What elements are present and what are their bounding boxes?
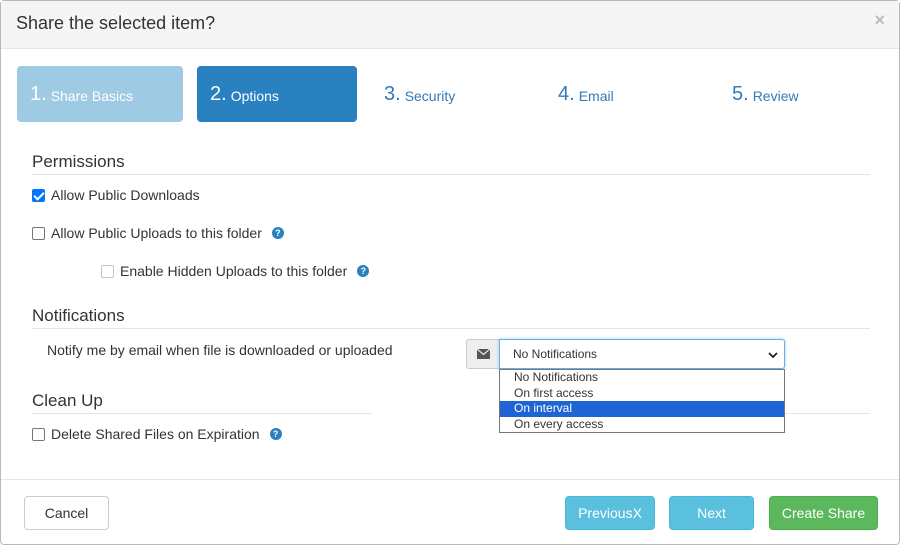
footer-divider (1, 479, 899, 480)
dropdown-option[interactable]: On interval (500, 401, 784, 417)
step-label: Email (578, 88, 614, 104)
delete-on-expiration-label[interactable]: Delete Shared Files on Expiration (51, 426, 260, 442)
help-icon[interactable]: ? (271, 227, 284, 239)
section-divider (32, 413, 372, 414)
step-review[interactable]: 5. Review (719, 66, 879, 122)
next-button[interactable]: Next (669, 496, 754, 530)
step-share-basics[interactable]: 1. Share Basics (17, 66, 183, 122)
create-share-button[interactable]: Create Share (769, 496, 878, 530)
notification-select-value: No Notifications (513, 347, 598, 361)
step-number: 5. (732, 82, 749, 105)
step-security[interactable]: 3. Security (371, 66, 531, 122)
cleanup-heading: Clean Up (32, 391, 103, 410)
step-number: 3. (384, 82, 401, 105)
allow-downloads-row: Allow Public Downloads (32, 185, 200, 205)
section-divider (32, 174, 870, 175)
notification-dropdown-list: No Notifications On first access On inte… (499, 369, 785, 433)
chevron-down-icon (768, 349, 778, 363)
close-icon[interactable]: × (874, 10, 885, 30)
permissions-heading: Permissions (32, 152, 125, 171)
dropdown-option[interactable]: On first access (500, 386, 784, 402)
allow-uploads-row: Allow Public Uploads to this folder ? (32, 223, 284, 243)
help-icon[interactable]: ? (357, 265, 370, 277)
delete-on-expiration-checkbox[interactable] (32, 427, 45, 441)
help-icon[interactable]: ? (269, 428, 282, 440)
section-divider (785, 413, 870, 414)
step-options[interactable]: 2. Options (197, 66, 357, 122)
dialog-title: Share the selected item? (16, 13, 216, 33)
step-number: 2. (210, 82, 227, 105)
envelope-icon (466, 339, 500, 369)
allow-downloads-label[interactable]: Allow Public Downloads (51, 187, 200, 203)
step-label: Share Basics (50, 88, 134, 104)
section-divider (32, 328, 870, 329)
step-email[interactable]: 4. Email (545, 66, 705, 122)
dropdown-option[interactable]: No Notifications (500, 370, 784, 386)
step-number: 1. (30, 82, 47, 105)
hidden-uploads-row: Enable Hidden Uploads to this folder ? (101, 261, 370, 281)
notification-select[interactable]: No Notifications (499, 339, 785, 369)
share-dialog: Share the selected item? × 1. Share Basi… (0, 0, 900, 545)
previous-button[interactable]: PreviousX (565, 496, 655, 530)
allow-downloads-checkbox[interactable] (32, 188, 45, 202)
step-number: 4. (558, 82, 575, 105)
step-label: Options (230, 88, 279, 104)
dropdown-option[interactable]: On every access (500, 417, 784, 433)
allow-uploads-checkbox[interactable] (32, 226, 45, 240)
hidden-uploads-label: Enable Hidden Uploads to this folder (120, 263, 348, 279)
allow-uploads-label[interactable]: Allow Public Uploads to this folder (51, 225, 262, 241)
step-label: Review (752, 88, 799, 104)
delete-on-expiration-row: Delete Shared Files on Expiration ? (32, 424, 282, 444)
step-label: Security (404, 88, 456, 104)
notify-description: Notify me by email when file is download… (47, 342, 393, 358)
dialog-header: Share the selected item? × (1, 1, 899, 49)
notifications-heading: Notifications (32, 306, 125, 325)
cancel-button[interactable]: Cancel (24, 496, 109, 530)
hidden-uploads-checkbox[interactable] (101, 264, 114, 278)
